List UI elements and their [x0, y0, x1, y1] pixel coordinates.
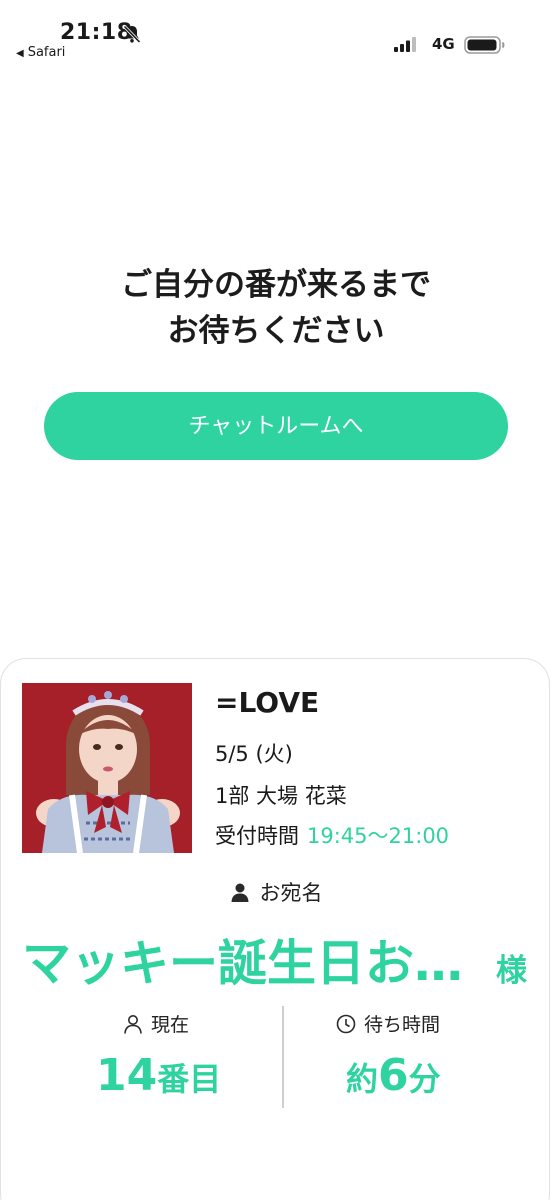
wait-time-label-row: 待ち時間 [336, 1010, 440, 1037]
signal-icon [394, 37, 416, 52]
back-triangle-icon: ◀ [16, 48, 24, 59]
addressee-label: お宛名 [259, 881, 323, 905]
wait-time-value: 約6分 [346, 1050, 441, 1101]
current-position-value: 14番目 [96, 1050, 221, 1101]
wait-message-line2: お待ちください [167, 313, 385, 349]
member-photo [22, 683, 192, 853]
stats-divider [282, 1006, 284, 1108]
reception-label: 受付時間 [215, 824, 299, 848]
chat-room-button[interactable]: チャットルームへ [44, 392, 508, 460]
wait-time-number: 6 [378, 1050, 409, 1101]
person-icon [231, 883, 248, 902]
screen: 21:18 ◀ Safari 4G ご自分の番が来るまで お待ちください チャット… [0, 0, 552, 1200]
member-photo-illustration [22, 683, 192, 853]
event-date: 5/5 (火) [215, 742, 293, 766]
status-bar: 21:18 ◀ Safari 4G [0, 0, 552, 70]
reception-time: 19:45〜21:00 [307, 824, 450, 848]
current-position-label: 現在 [151, 1014, 190, 1036]
clock-icon [336, 1014, 356, 1034]
honorific-label: 様 [496, 953, 527, 989]
back-to-safari-link[interactable]: ◀ Safari [16, 45, 65, 60]
wait-time-prefix: 約 [346, 1060, 379, 1098]
addressee-name: マッキー誕生日お… [22, 935, 464, 992]
group-name: =LOVE [215, 686, 320, 719]
person-outline-icon [124, 1015, 142, 1034]
wait-time-label: 待ち時間 [364, 1014, 441, 1036]
session-member-name: 1部 大場 花菜 [215, 784, 347, 808]
back-app-label: Safari [27, 45, 66, 60]
current-position-unit: 番目 [157, 1060, 222, 1098]
battery-icon [464, 36, 505, 54]
wait-message: ご自分の番が来るまで お待ちください [0, 262, 552, 354]
wait-message-line1: ご自分の番が来るまで [121, 267, 431, 303]
reception-row: 受付時間 19:45〜21:00 [215, 820, 449, 850]
bell-mute-icon [123, 25, 141, 44]
current-position-label-row: 現在 [123, 1010, 189, 1037]
current-position-number: 14 [96, 1050, 158, 1101]
addressee-label-row: お宛名 [0, 877, 552, 907]
network-label: 4G [432, 35, 455, 53]
wait-time-unit: 分 [408, 1060, 441, 1098]
